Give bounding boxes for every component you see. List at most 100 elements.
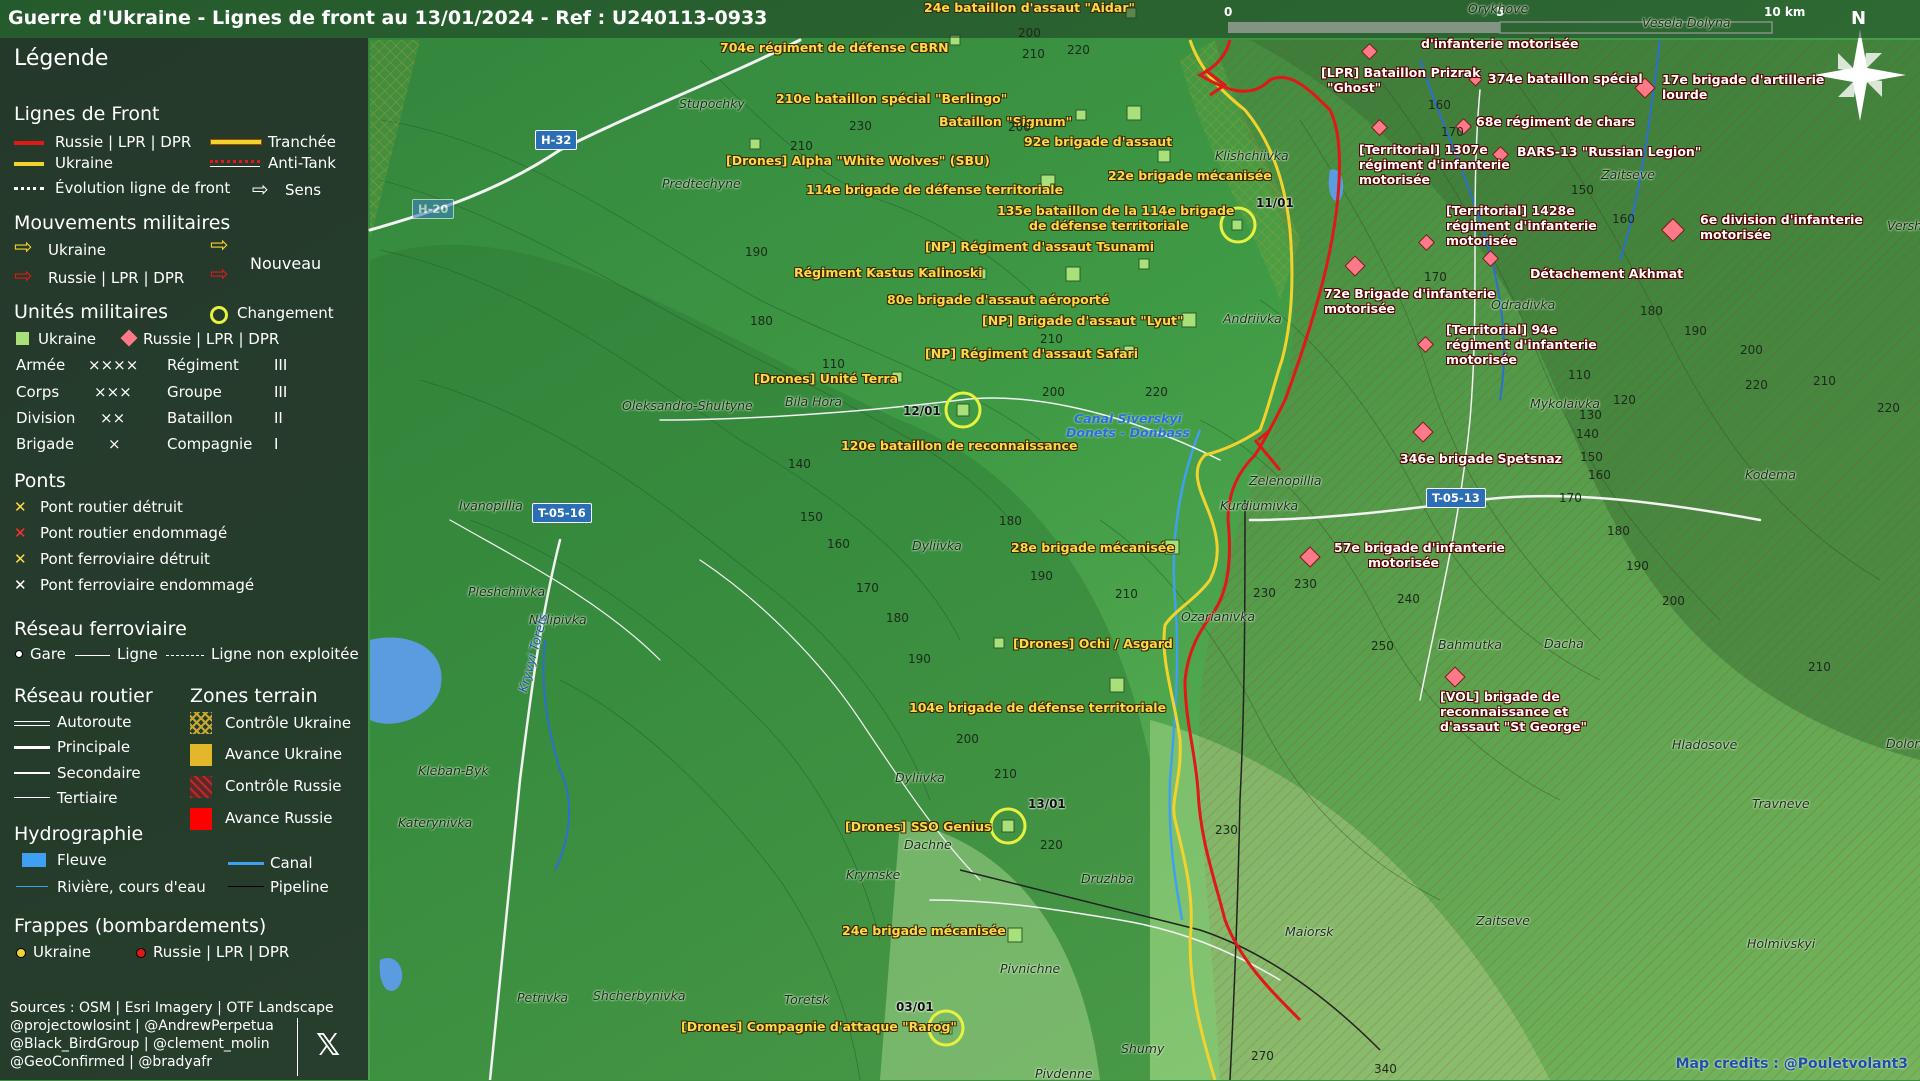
units-heading: Unités militaires	[14, 301, 169, 323]
change-date: 13/01	[1028, 797, 1066, 811]
elevation-label: 210	[1040, 332, 1063, 346]
hydro-pipeline-label: Pipeline	[270, 878, 329, 896]
unit-label-russia[interactable]: motorisée	[1446, 234, 1517, 248]
canal-label: Canal Siverskyi Donets - Donbass	[1066, 412, 1190, 440]
unit-label-ukraine[interactable]: [NP] Brigade d'assaut "Lyut"	[982, 314, 1183, 328]
unit-label-russia[interactable]: régiment d'infanterie	[1446, 338, 1597, 352]
elevation-label: 170	[1559, 491, 1582, 505]
unit-label-ukraine[interactable]: 24e brigade mécanisée	[842, 924, 1006, 938]
source-line: @projectowlosint | @AndrewPerpetua	[10, 1018, 274, 1034]
new-russia-arrow-icon: ⇨	[210, 262, 229, 287]
unit-label-russia[interactable]: 57e brigade d'infanterie	[1334, 541, 1505, 555]
echelon-regiment-label: Régiment	[167, 356, 239, 374]
echelon-brigade-label: Brigade	[16, 435, 75, 453]
unit-label-russia[interactable]: d'assaut "St George"	[1440, 720, 1587, 734]
town-label: Dyliivka	[895, 770, 945, 785]
unit-label-ukraine[interactable]: [Drones] SSO Genius	[845, 820, 991, 834]
elevation-label: 160	[827, 537, 850, 551]
unit-label-russia[interactable]: 374e bataillon spécial	[1488, 72, 1643, 86]
unit-label-ukraine[interactable]: 135e bataillon de la 114e brigade	[997, 204, 1234, 218]
elevation-label: 210	[790, 139, 813, 153]
unit-label-russia[interactable]: 346e brigade Spetsnaz	[1400, 452, 1562, 466]
unit-label-ukraine[interactable]: 120e bataillon de reconnaissance	[841, 439, 1077, 453]
front-evolution-label: Évolution ligne de front	[55, 179, 231, 197]
strike-russia-label: Russie | LPR | DPR	[153, 943, 290, 961]
road-label: H-20	[412, 199, 455, 219]
unit-label-russia[interactable]: régiment d'infanterie	[1446, 219, 1597, 233]
unit-label-ukraine[interactable]: 704e régiment de défense CBRN	[720, 41, 949, 55]
unit-label-ukraine[interactable]: 28e brigade mécanisée	[1011, 541, 1175, 555]
rail-unused-swatch	[166, 655, 204, 656]
unit-label-russia[interactable]: lourde	[1662, 88, 1707, 102]
unit-label-ukraine[interactable]: Régiment Kastus Kalinoski	[794, 266, 983, 280]
hydro-canal-label: Canal	[270, 854, 313, 872]
ukraine-arrow-icon: ⇨	[14, 235, 33, 260]
unit-label-ukraine[interactable]: de défense territoriale	[1029, 219, 1189, 233]
town-label: Bila Hora	[785, 394, 843, 409]
unit-label-russia[interactable]: 72e Brigade d'infanterie	[1324, 287, 1495, 301]
town-label: Ozarianivka	[1181, 609, 1256, 624]
unit-label-ukraine[interactable]: [NP] Régiment d'assaut Tsunami	[925, 240, 1154, 254]
move-ukraine-label: Ukraine	[48, 241, 106, 259]
change-date: 11/01	[1256, 196, 1294, 210]
unit-label-russia[interactable]: [Territorial] 1428e	[1446, 204, 1575, 218]
unit-label-ukraine[interactable]: [NP] Régiment d'assaut Safari	[925, 347, 1138, 361]
road-tertiary-label: Tertiaire	[57, 789, 118, 807]
elevation-label: 190	[1684, 324, 1707, 338]
unit-label-ukraine[interactable]: 114e brigade de défense territoriale	[806, 183, 1063, 197]
unit-label-russia[interactable]: motorisée	[1368, 556, 1439, 570]
unit-label-russia[interactable]: motorisée	[1446, 353, 1517, 367]
change-date: 03/01	[896, 1000, 934, 1014]
elevation-label: 230	[1253, 586, 1276, 600]
unit-label-russia[interactable]: motorisée	[1700, 228, 1771, 242]
unit-label-ukraine[interactable]: [Drones] Alpha "White Wolves" (SBU)	[726, 154, 990, 168]
roads-heading: Réseau routier	[14, 685, 153, 707]
bridge-rail-damaged-label: Pont ferroviaire endommagé	[40, 576, 255, 594]
town-label: Oleksandro-Shultyne	[622, 398, 753, 413]
unit-label-russia[interactable]: motorisée	[1359, 173, 1430, 187]
elevation-label: 230	[1215, 823, 1238, 837]
unit-label-ukraine[interactable]: [Drones] Unité Terra	[754, 372, 898, 386]
unit-label-ukraine[interactable]: 92e brigade d'assaut	[1024, 135, 1172, 149]
unit-label-russia[interactable]: régiment d'infanterie	[1359, 158, 1510, 172]
elevation-label: 210	[994, 767, 1017, 781]
unit-label-russia[interactable]: 6e division d'infanterie	[1700, 213, 1863, 227]
unit-label-russia[interactable]: motorisée	[1324, 302, 1395, 316]
unit-label-russia[interactable]: reconnaissance et	[1440, 705, 1568, 719]
x-logo-icon[interactable]: 𝕏	[316, 1028, 340, 1063]
unit-label-russia[interactable]: 17e brigade d'artillerie	[1662, 73, 1824, 87]
unit-label-russia[interactable]: BARS-13 "Russian Legion"	[1517, 145, 1701, 159]
town-label: Druzhba	[1081, 871, 1134, 886]
unit-label-ukraine[interactable]: 210e bataillon spécial "Berlingo"	[776, 92, 1007, 106]
road-secondary-label: Secondaire	[57, 764, 141, 782]
town-label: Orykhove	[1468, 1, 1529, 16]
elevation-label: 270	[1251, 1049, 1274, 1063]
elevation-label: 250	[1371, 639, 1394, 653]
unit-label-russia[interactable]: [VOL] brigade de	[1440, 690, 1560, 704]
unit-label-russia[interactable]: Détachement Akhmat	[1530, 267, 1683, 281]
elevation-label: 340	[1374, 1062, 1397, 1076]
unit-label-russia[interactable]: 68e régiment de chars	[1476, 115, 1635, 129]
unit-label-russia[interactable]: d'infanterie motorisée	[1421, 37, 1578, 51]
echelon-company-label: Compagnie	[167, 435, 253, 453]
unit-label-ukraine[interactable]: 80e brigade d'assaut aéroporté	[887, 293, 1109, 307]
ukraine-control-swatch	[190, 712, 212, 734]
unit-label-russia[interactable]: [LPR] Bataillon Prizrak	[1321, 66, 1480, 80]
unit-label-russia[interactable]: [Territorial] 1307e	[1359, 143, 1488, 157]
unit-label-ukraine[interactable]: 104e brigade de défense territoriale	[909, 701, 1166, 715]
tertiary-road-swatch	[14, 797, 50, 798]
town-label: Vesela Dolyna	[1642, 15, 1731, 30]
unit-label-ukraine[interactable]: 22e brigade mécanisée	[1108, 169, 1272, 183]
unit-label-russia[interactable]: [Territorial] 94e	[1446, 323, 1557, 337]
unit-label-ukraine[interactable]: 24e bataillon d'assaut "Aidar"	[924, 1, 1135, 15]
sources-block: Sources : OSM | Esri Imagery | OTF Lands…	[10, 999, 334, 1071]
evolution-swatch	[14, 187, 44, 190]
unit-label-ukraine[interactable]: Bataillon "Signum"	[939, 115, 1072, 129]
unit-label-ukraine[interactable]: [Drones] Ochi / Asgard	[1013, 637, 1173, 651]
elevation-label: 220	[1067, 43, 1090, 57]
unit-label-ukraine[interactable]: [Drones] Compagnie d'attaque "Rarog"	[681, 1020, 957, 1034]
move-new-label: Nouveau	[250, 254, 322, 273]
ukraine-strike-dot-icon	[16, 948, 26, 958]
unit-label-russia[interactable]: "Ghost"	[1327, 81, 1381, 95]
bridge-road-destroyed-label: Pont routier détruit	[40, 498, 183, 516]
